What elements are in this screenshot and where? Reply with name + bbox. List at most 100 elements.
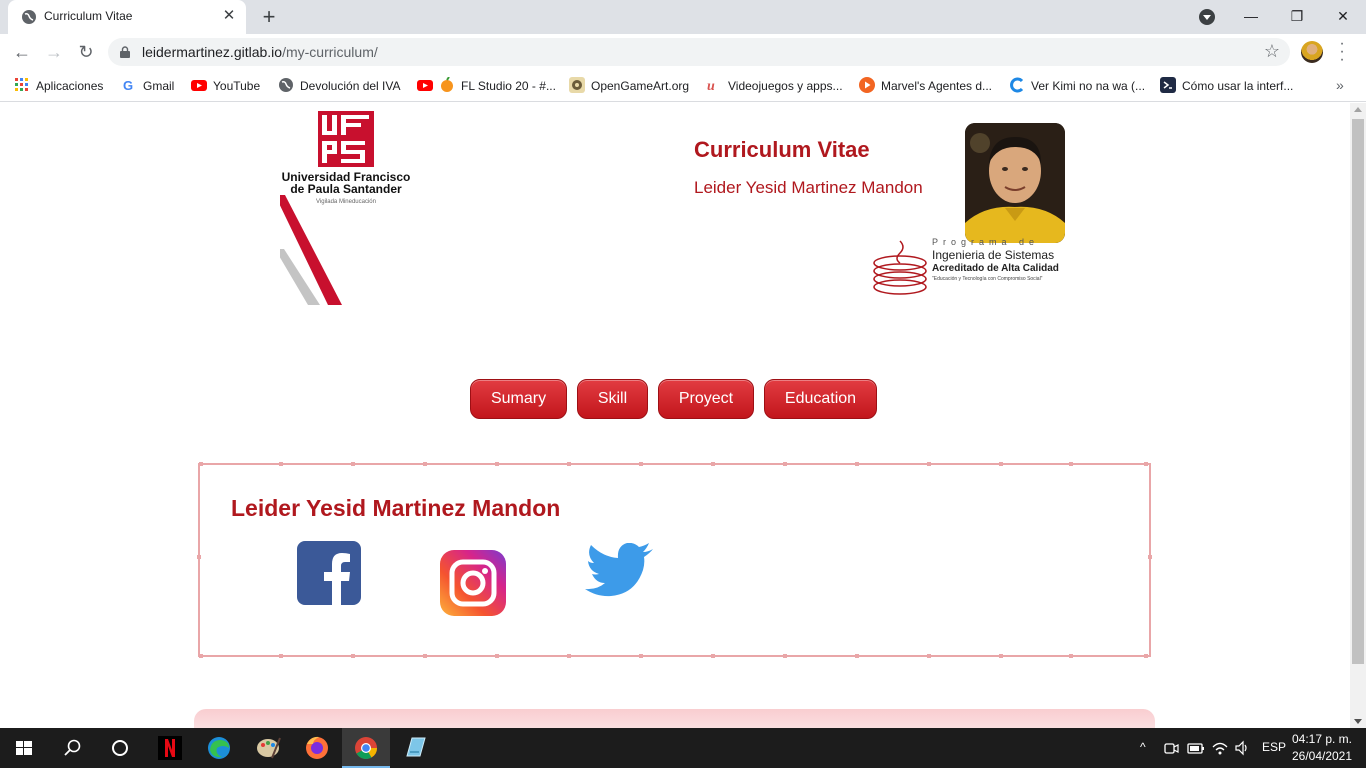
back-button[interactable]: ← — [10, 40, 34, 64]
minimize-button[interactable]: — — [1228, 0, 1274, 32]
url-text: leidermartinez.gitlab.io/my-curriculum/ — [142, 44, 378, 60]
forward-button[interactable]: → — [42, 40, 66, 64]
card-border-dot — [1144, 462, 1148, 466]
page-title: Curriculum Vitae — [694, 137, 870, 162]
instagram-icon — [440, 550, 506, 616]
bookmark-opengameart[interactable]: OpenGameArt.org — [569, 76, 689, 96]
profile-avatar[interactable] — [1301, 41, 1323, 63]
windows-logo-icon — [16, 741, 32, 755]
globe-icon — [22, 10, 36, 24]
cortana-button[interactable] — [96, 728, 144, 768]
education-button[interactable]: Education — [764, 379, 877, 419]
ufps-emblem-icon — [275, 111, 374, 305]
reload-button[interactable]: ↻ — [74, 40, 98, 64]
show-hidden-icons[interactable]: ^ — [1140, 740, 1146, 754]
system-clock[interactable]: 04:17 p. m. 26/04/2021 — [1290, 731, 1354, 765]
twitter-icon — [585, 542, 653, 597]
scrollbar-thumb[interactable] — [1352, 119, 1364, 664]
scroll-down-icon[interactable] — [1354, 719, 1362, 724]
cortana-icon — [112, 740, 128, 756]
play-icon — [859, 77, 875, 93]
bookmark-marvel[interactable]: Marvel's Agentes d... — [859, 76, 992, 96]
card-border-dot — [1148, 555, 1152, 559]
instagram-link[interactable] — [440, 550, 508, 618]
chrome-app[interactable] — [342, 728, 390, 768]
paint-app[interactable] — [244, 728, 292, 768]
bookmark-videojuegos[interactable]: u Videojuegos y apps... — [706, 76, 843, 96]
bookmarks-bar: Aplicaciones G Gmail YouTube Devolución d… — [0, 70, 1366, 102]
tab-curriculum[interactable]: Curriculum Vitae ✕ — [8, 0, 246, 34]
bookmark-como-usar[interactable]: Cómo usar la interf... — [1160, 76, 1293, 96]
skill-button[interactable]: Skill — [577, 379, 648, 419]
sumary-button[interactable]: Sumary — [470, 379, 567, 419]
new-tab-button[interactable]: + — [258, 6, 280, 28]
wifi-icon[interactable] — [1211, 739, 1229, 757]
profile-photo-image — [965, 123, 1065, 243]
close-window-button[interactable]: ✕ — [1320, 0, 1366, 32]
card-border-dot — [351, 462, 355, 466]
volume-icon[interactable] — [1234, 740, 1250, 756]
program-emblem-icon — [873, 240, 927, 295]
page-scrollbar[interactable] — [1350, 103, 1366, 728]
vscode-icon — [1160, 77, 1176, 93]
meet-now-icon[interactable] — [1163, 740, 1179, 756]
edge-icon — [208, 737, 230, 759]
card-person-name: Leider Yesid Martinez Mandon — [231, 495, 561, 521]
card-border-dot — [199, 654, 203, 658]
card-border-dot — [351, 654, 355, 658]
menu-icon[interactable]: · · · — [1336, 36, 1348, 68]
card-border-dot — [495, 462, 499, 466]
u-icon: u — [707, 79, 715, 93]
battery-icon[interactable] — [1187, 740, 1205, 756]
chrome-icon — [355, 737, 377, 759]
address-bar[interactable]: leidermartinez.gitlab.io/my-curriculum/ … — [108, 38, 1290, 66]
bookmark-gmail[interactable]: G Gmail — [121, 76, 174, 96]
bookmark-devolucion-iva[interactable]: Devolución del IVA — [278, 76, 401, 96]
bookmark-youtube[interactable]: YouTube — [191, 76, 260, 96]
notes-app[interactable] — [391, 728, 439, 768]
card-border-dot — [1144, 654, 1148, 658]
card-border-dot — [1069, 654, 1073, 658]
edge-app[interactable] — [195, 728, 243, 768]
tab-close-button[interactable]: ✕ — [220, 7, 238, 25]
card-border-dot — [927, 654, 931, 658]
firefox-app[interactable] — [293, 728, 341, 768]
card-border-dot — [199, 462, 203, 466]
next-section-header — [194, 709, 1155, 728]
card-border-dot — [423, 462, 427, 466]
card-border-dot — [279, 462, 283, 466]
fl-studio-icon — [441, 77, 453, 92]
program-text: Programa de Ingenieria de Sistemas Acred… — [932, 237, 1059, 282]
card-border-dot — [423, 654, 427, 658]
language-indicator[interactable]: ESP — [1262, 740, 1286, 754]
bookmark-kimi-no-na-wa[interactable]: Ver Kimi no na wa (... — [1009, 76, 1145, 96]
profile-photo — [965, 123, 1065, 243]
youtube-icon — [417, 80, 433, 91]
svg-text:G: G — [123, 78, 133, 93]
apps-grid-icon — [15, 78, 28, 91]
youtube-icon — [191, 80, 207, 91]
more-bookmarks-button[interactable]: » — [1336, 77, 1344, 93]
profile-card: Leider Yesid Martinez Mandon — [197, 462, 1152, 658]
restore-button[interactable]: ❐ — [1274, 0, 1320, 32]
lock-icon — [120, 46, 130, 58]
search-button[interactable] — [48, 728, 96, 768]
proyect-button[interactable]: Proyect — [658, 379, 754, 419]
bookmark-star-icon[interactable]: ☆ — [1264, 41, 1280, 62]
google-icon: G — [123, 78, 133, 93]
bookmark-aplicaciones[interactable]: Aplicaciones — [14, 76, 103, 96]
netflix-app[interactable] — [146, 728, 194, 768]
section-nav: Sumary Skill Proyect Education — [470, 379, 878, 419]
university-subtitle: Vigilada Mineducación — [316, 199, 376, 205]
windows-taskbar: ^ ESP 04:17 p. m. 26/04/2021 — [0, 728, 1366, 768]
twitter-link[interactable] — [585, 542, 655, 603]
tab-search-icon[interactable] — [1199, 9, 1215, 25]
netflix-icon — [158, 736, 182, 760]
card-border-dot — [855, 654, 859, 658]
start-button[interactable] — [0, 728, 48, 768]
bookmark-fl-studio[interactable]: FL Studio 20 - #... — [417, 76, 556, 96]
scroll-up-icon[interactable] — [1354, 107, 1362, 112]
card-border-dot — [279, 654, 283, 658]
facebook-link[interactable] — [297, 541, 363, 607]
university-name: Universidad Francisco de Paula Santander — [281, 170, 411, 196]
